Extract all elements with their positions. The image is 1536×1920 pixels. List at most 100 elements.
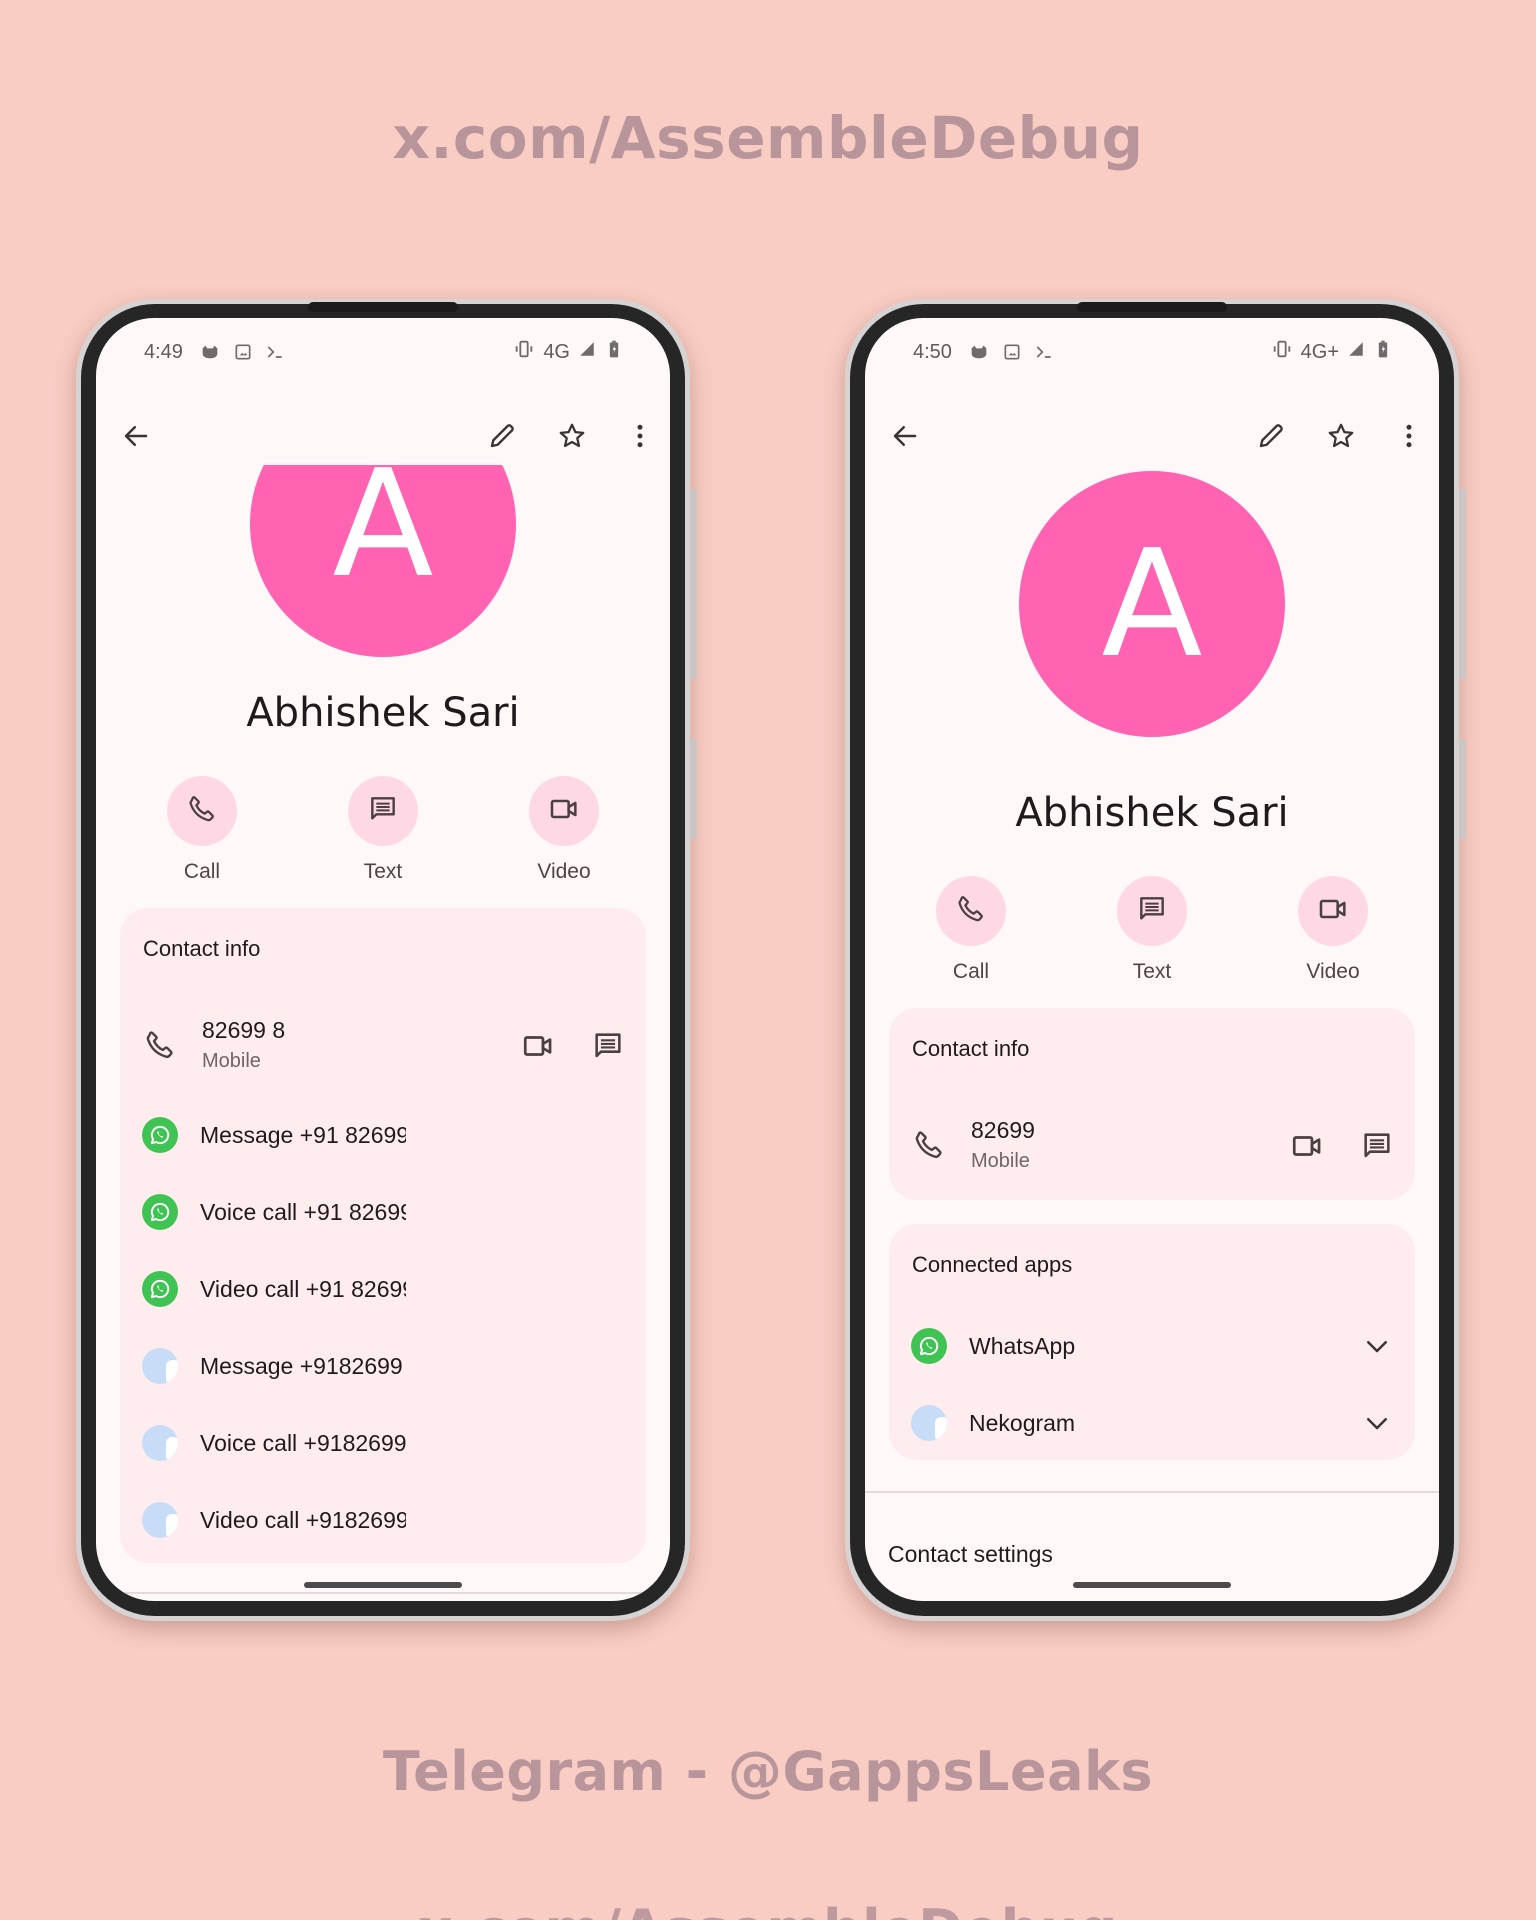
nekogram-app-row[interactable]: Nekogram <box>889 1403 1415 1443</box>
vibrate-icon <box>1271 338 1293 366</box>
status-bar: 4:50 4G+ <box>865 332 1439 372</box>
nekogram-icon <box>142 1348 178 1384</box>
earpiece <box>1077 302 1227 312</box>
whatsapp-icon <box>142 1271 178 1307</box>
connected-apps-title: Connected apps <box>912 1252 1073 1277</box>
nekogram-video-row[interactable]: Video call +9182699 <box>120 1500 646 1540</box>
battery-icon <box>604 338 624 366</box>
video-button[interactable]: Video <box>514 776 614 884</box>
watermark-bottom: Telegram - @GappsLeaks <box>382 1740 1154 1803</box>
cat-icon <box>199 341 221 363</box>
app-name: Nekogram <box>969 1409 1076 1436</box>
quick-actions: Call Text Video <box>96 776 670 884</box>
whatsapp-message-row[interactable]: Message +91 82699 <box>120 1115 646 1155</box>
nekogram-icon <box>142 1425 178 1461</box>
signal-icon <box>578 340 596 364</box>
watermark-cutoff: x.com/AssembleDebug <box>0 1898 1536 1920</box>
video-label: Video <box>1306 960 1360 983</box>
gesture-nav-handle[interactable] <box>1073 1582 1231 1588</box>
terminal-icon <box>265 342 285 362</box>
section-divider <box>96 1592 670 1594</box>
whatsapp-icon <box>911 1328 947 1364</box>
phone-type: Mobile <box>202 1050 261 1072</box>
top-app-bar <box>865 408 1439 464</box>
terminal-icon <box>1034 342 1054 362</box>
status-time: 4:49 <box>144 340 183 363</box>
edit-pencil-icon[interactable] <box>484 418 520 454</box>
video-call-icon[interactable] <box>1289 1128 1325 1164</box>
top-app-bar <box>96 408 670 464</box>
edit-pencil-icon[interactable] <box>1253 418 1289 454</box>
text-button[interactable]: Text <box>333 776 433 884</box>
avatar: A <box>250 465 516 657</box>
gallery-icon <box>1002 342 1022 362</box>
cat-icon <box>968 341 990 363</box>
app-action-label: Voice call +9182699 <box>200 1429 406 1456</box>
signal-icon <box>1347 340 1365 364</box>
video-button[interactable]: Video <box>1283 876 1383 984</box>
whatsapp-icon <box>142 1117 178 1153</box>
send-message-icon[interactable] <box>1359 1128 1395 1164</box>
phone-right: 4:50 4G+ A Abhishek Sari Call Text Video… <box>845 299 1466 1621</box>
nekogram-message-row[interactable]: Message +9182699 <box>120 1346 646 1386</box>
phone-number-row[interactable]: 82699 Mobile <box>889 1110 1415 1180</box>
volume-button <box>690 489 697 679</box>
more-vert-icon[interactable] <box>1391 418 1427 454</box>
volume-button <box>1459 489 1466 679</box>
power-button <box>690 739 697 839</box>
whatsapp-voice-row[interactable]: Voice call +91 82699 <box>120 1192 646 1232</box>
call-label: Call <box>952 960 990 983</box>
contact-info-card: Contact info 82699 Mobile <box>889 1008 1415 1200</box>
text-label: Text <box>363 860 403 883</box>
chevron-down-icon[interactable] <box>1359 1405 1395 1441</box>
more-vert-icon[interactable] <box>622 418 658 454</box>
text-button[interactable]: Text <box>1102 876 1202 984</box>
back-arrow-icon[interactable] <box>118 418 154 454</box>
phone-icon <box>186 793 218 830</box>
whatsapp-app-row[interactable]: WhatsApp <box>889 1326 1415 1366</box>
app-action-label: Message +91 82699 <box>200 1121 406 1148</box>
send-message-icon[interactable] <box>590 1028 626 1064</box>
app-action-label: Message +9182699 <box>200 1352 403 1379</box>
avatar: A <box>1019 471 1285 737</box>
message-icon <box>367 793 399 830</box>
app-action-label: Video call +91 82699 <box>200 1275 406 1302</box>
contact-info-card: Contact info 82699 8 Mobile Message +91 … <box>120 908 646 1563</box>
nekogram-icon <box>911 1405 947 1441</box>
call-label: Call <box>183 860 221 883</box>
screen: 4:50 4G+ A Abhishek Sari Call Text Video… <box>865 318 1439 1601</box>
back-arrow-icon[interactable] <box>887 418 923 454</box>
network-type: 4G <box>543 340 570 363</box>
contact-name: Abhishek Sari <box>246 690 520 736</box>
gesture-nav-handle[interactable] <box>304 1582 462 1588</box>
section-divider <box>865 1491 1439 1493</box>
star-icon[interactable] <box>554 418 590 454</box>
phone-left: 4:49 4G A Abhishek Sari Call Text Video … <box>76 299 697 1621</box>
status-time: 4:50 <box>913 340 952 363</box>
phone-number: 82699 <box>971 1117 1035 1143</box>
whatsapp-icon <box>142 1194 178 1230</box>
nekogram-voice-row[interactable]: Voice call +9182699 <box>120 1423 646 1463</box>
connected-apps-card: Connected apps WhatsApp Nekogram <box>889 1224 1415 1460</box>
phone-number-row[interactable]: 82699 8 Mobile <box>120 1010 646 1080</box>
power-button <box>1459 739 1466 839</box>
network-type: 4G+ <box>1300 340 1339 363</box>
status-bar: 4:49 4G <box>96 332 670 372</box>
video-call-icon[interactable] <box>520 1028 556 1064</box>
earpiece <box>308 302 458 312</box>
call-button[interactable]: Call <box>921 876 1021 984</box>
video-label: Video <box>537 860 591 883</box>
whatsapp-video-row[interactable]: Video call +91 82699 <box>120 1269 646 1309</box>
app-action-label: Video call +9182699 <box>200 1506 406 1533</box>
watermark-top: x.com/AssembleDebug <box>392 104 1144 172</box>
chevron-down-icon[interactable] <box>1359 1328 1395 1364</box>
call-button[interactable]: Call <box>152 776 252 884</box>
contact-name: Abhishek Sari <box>1015 790 1289 836</box>
gallery-icon <box>233 342 253 362</box>
contact-settings-heading[interactable]: Contact settings <box>888 1541 1053 1568</box>
phone-icon <box>911 1127 947 1163</box>
nekogram-icon <box>142 1502 178 1538</box>
app-name: WhatsApp <box>969 1332 1076 1359</box>
avatar-scroll-clip: A <box>96 465 670 657</box>
star-icon[interactable] <box>1323 418 1359 454</box>
